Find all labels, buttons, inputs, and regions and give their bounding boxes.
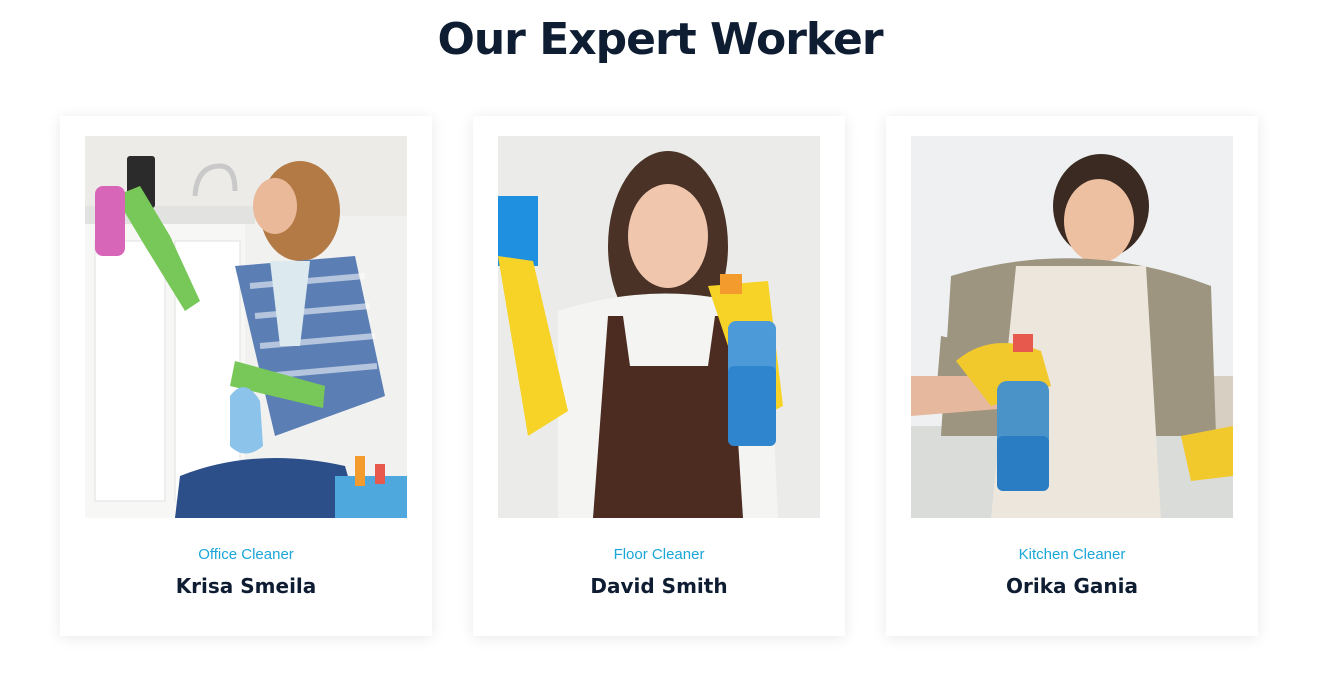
worker-role: Kitchen Cleaner [1018, 546, 1126, 563]
worker-photo [85, 136, 407, 518]
worker-role: Floor Cleaner [613, 546, 705, 563]
worker-photo [911, 136, 1233, 518]
worker-name[interactable]: David Smith [473, 573, 845, 599]
worker-role: Office Cleaner [198, 546, 294, 563]
worker-photo [498, 136, 820, 518]
section-title: Our Expert Worker [437, 14, 883, 65]
worker-card-orika[interactable]: Kitchen Cleaner Orika Gania [886, 116, 1258, 636]
worker-name[interactable]: Orika Gania [886, 573, 1258, 599]
worker-card-david[interactable]: Floor Cleaner David Smith [473, 116, 845, 636]
worker-card-krisa[interactable]: Office Cleaner Krisa Smeila [60, 116, 432, 636]
expert-worker-section: Our Expert Worker Office Cleaner Krisa S… [0, 0, 1337, 685]
worker-name[interactable]: Krisa Smeila [60, 573, 432, 599]
